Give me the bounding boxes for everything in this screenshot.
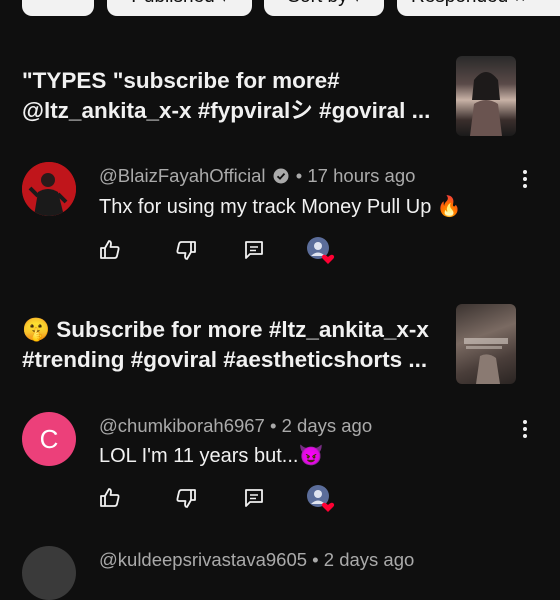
creator-heart-icon[interactable] (306, 484, 336, 514)
comment-author[interactable]: @chumkiborah6967 (99, 415, 265, 436)
avatar-image (22, 162, 76, 216)
creator-heart-icon[interactable] (306, 236, 336, 266)
reply-icon[interactable] (242, 486, 266, 510)
comment-time: • 2 days ago (270, 415, 373, 436)
avatar[interactable] (22, 162, 76, 216)
more-options-icon[interactable] (516, 417, 534, 441)
filter-chip-responded[interactable]: Responded ✕ (397, 0, 560, 16)
dislike-icon[interactable] (174, 486, 198, 510)
verified-icon (273, 168, 289, 184)
avatar[interactable]: C (22, 412, 76, 466)
comment-text: Thx for using my track Money Pull Up 🔥 (99, 196, 462, 218)
like-icon[interactable] (98, 486, 122, 510)
close-icon: ✕ (514, 0, 526, 6)
video-thumbnail-art (470, 72, 502, 136)
comment-meta: @BlaizFayahOfficial • 17 hours ago (99, 165, 415, 187)
more-options-icon[interactable] (516, 167, 534, 191)
video-thumbnail[interactable] (456, 304, 516, 384)
video-thumbnail[interactable] (456, 56, 516, 136)
chevron-down-icon: ▾ (354, 0, 361, 6)
chip-label: Published (131, 0, 214, 8)
filter-chip-first[interactable] (22, 0, 94, 16)
reply-icon[interactable] (242, 238, 266, 262)
comment-author[interactable]: @BlaizFayahOfficial (99, 165, 266, 186)
video-title[interactable]: "TYPES "subscribe for more# @ltz_ankita_… (22, 66, 442, 126)
avatar[interactable] (22, 546, 76, 600)
like-icon[interactable] (98, 238, 122, 262)
filter-chip-sort-by[interactable]: Sort by ▾ (264, 0, 384, 16)
comment-meta: @kuldeepsrivastava9605 • 2 days ago (99, 549, 414, 571)
chip-label: Responded (411, 0, 508, 8)
video-title[interactable]: 🤫 Subscribe for more #ltz_ankita_x-x #tr… (22, 315, 442, 375)
filter-chip-published[interactable]: Published ▾ (107, 0, 252, 16)
comment-time: • 17 hours ago (295, 165, 416, 186)
chip-label: Sort by (287, 0, 347, 8)
avatar-letter: C (39, 423, 59, 454)
chevron-down-icon: ▾ (221, 0, 228, 6)
comment-text: LOL I'm 11 years but...😈 (99, 445, 324, 467)
comment-meta: @chumkiborah6967 • 2 days ago (99, 415, 372, 437)
dislike-icon[interactable] (174, 238, 198, 262)
video-thumbnail-art (464, 338, 508, 384)
